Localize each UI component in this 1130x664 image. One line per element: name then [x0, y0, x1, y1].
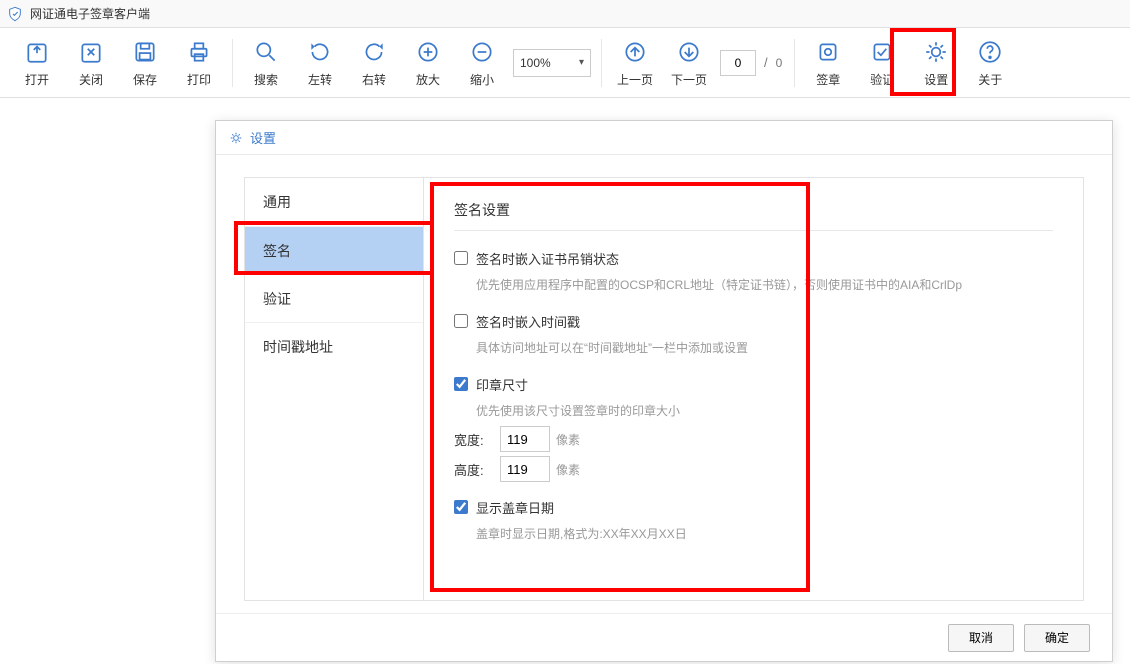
prev-page-button[interactable]: 上一页 [608, 32, 662, 94]
height-unit: 像素 [556, 461, 580, 478]
opt-sealsize: 印章尺寸 [454, 375, 1053, 394]
cancel-button[interactable]: 取消 [948, 624, 1014, 652]
arrow-up-icon [620, 37, 650, 67]
close-icon [76, 37, 106, 67]
about-button[interactable]: 关于 [963, 32, 1017, 94]
page-number-input[interactable] [720, 50, 756, 76]
dialog-footer: 取消 确定 [216, 613, 1112, 661]
tab-general[interactable]: 通用 [245, 178, 423, 226]
tab-verify[interactable]: 验证 [245, 274, 423, 322]
print-icon [184, 37, 214, 67]
dialog-title: 设置 [216, 121, 1112, 155]
gear-icon [228, 130, 244, 146]
dialog-side-tabs: 通用 签名 验证 时间戳地址 [244, 177, 424, 601]
save-icon [130, 37, 160, 67]
window-title: 网证通电子签章客户端 [30, 5, 150, 22]
rotate-right-icon [359, 37, 389, 67]
settings-button[interactable]: 设置 [909, 32, 963, 94]
revocation-desc: 优先使用应用程序中配置的OCSP和CRL地址（特定证书链），否则使用证书中的AI… [476, 276, 1053, 294]
next-page-button[interactable]: 下一页 [662, 32, 716, 94]
section-title: 签名设置 [454, 200, 1053, 220]
section-divider [454, 230, 1053, 231]
page-indicator: / 0 [720, 50, 782, 76]
chevron-down-icon: ▾ [579, 57, 584, 68]
page-separator: / [764, 55, 768, 70]
seal-icon [813, 37, 843, 67]
ok-button[interactable]: 确定 [1024, 624, 1090, 652]
dialog-body: 通用 签名 验证 时间戳地址 签名设置 签名时嵌入证书吊销状态 优先使用应用程序… [216, 155, 1112, 613]
zoom-out-icon [467, 37, 497, 67]
toolbar-separator [601, 39, 602, 87]
rotate-left-button[interactable]: 左转 [293, 32, 347, 94]
sealsize-checkbox[interactable] [454, 377, 468, 391]
print-button[interactable]: 打印 [172, 32, 226, 94]
zoom-value: 100% [520, 56, 551, 70]
showdate-label: 显示盖章日期 [476, 498, 554, 517]
width-unit: 像素 [556, 431, 580, 448]
sealsize-desc: 优先使用该尺寸设置签章时的印章大小 [476, 402, 1053, 420]
toolbar: 打开 关闭 保存 打印 搜索 左转 右转 放大 缩小 100% ▾ 上一页 [0, 28, 1130, 98]
question-icon [975, 37, 1005, 67]
width-label: 宽度: [454, 430, 494, 449]
arrow-down-icon [674, 37, 704, 67]
revocation-checkbox[interactable] [454, 251, 468, 265]
page-total: 0 [776, 56, 783, 70]
zoom-out-button[interactable]: 缩小 [455, 32, 509, 94]
zoom-in-button[interactable]: 放大 [401, 32, 455, 94]
verify-button[interactable]: 验证 [855, 32, 909, 94]
search-button[interactable]: 搜索 [239, 32, 293, 94]
save-button[interactable]: 保存 [118, 32, 172, 94]
zoom-in-icon [413, 37, 443, 67]
rotate-left-icon [305, 37, 335, 67]
showdate-desc: 盖章时显示日期,格式为:XX年XX月XX日 [476, 525, 1053, 543]
showdate-checkbox[interactable] [454, 500, 468, 514]
gear-icon [921, 37, 951, 67]
search-icon [251, 37, 281, 67]
zoom-select[interactable]: 100% ▾ [513, 49, 591, 77]
timestamp-desc: 具体访问地址可以在“时间戳地址”一栏中添加或设置 [476, 339, 1053, 357]
titlebar: 网证通电子签章客户端 [0, 0, 1130, 28]
height-row: 高度: 像素 [454, 456, 1053, 482]
app-shield-icon [6, 5, 24, 23]
width-row: 宽度: 像素 [454, 426, 1053, 452]
timestamp-label: 签名时嵌入时间戳 [476, 312, 580, 331]
opt-revocation: 签名时嵌入证书吊销状态 [454, 249, 1053, 268]
height-label: 高度: [454, 460, 494, 479]
tab-timestamp[interactable]: 时间戳地址 [245, 322, 423, 370]
seal-button[interactable]: 签章 [801, 32, 855, 94]
width-input[interactable] [500, 426, 550, 452]
toolbar-separator [794, 39, 795, 87]
open-button[interactable]: 打开 [10, 32, 64, 94]
sealsize-label: 印章尺寸 [476, 375, 528, 394]
timestamp-checkbox[interactable] [454, 314, 468, 328]
opt-showdate: 显示盖章日期 [454, 498, 1053, 517]
opt-timestamp: 签名时嵌入时间戳 [454, 312, 1053, 331]
rotate-right-button[interactable]: 右转 [347, 32, 401, 94]
verify-icon [867, 37, 897, 67]
height-input[interactable] [500, 456, 550, 482]
tab-signature[interactable]: 签名 [245, 226, 423, 274]
dialog-title-text: 设置 [250, 128, 276, 147]
settings-dialog: 设置 通用 签名 验证 时间戳地址 签名设置 签名时嵌入证书吊销状态 优先使用应… [215, 120, 1113, 662]
revocation-label: 签名时嵌入证书吊销状态 [476, 249, 619, 268]
close-button[interactable]: 关闭 [64, 32, 118, 94]
dialog-content-panel: 签名设置 签名时嵌入证书吊销状态 优先使用应用程序中配置的OCSP和CRL地址（… [424, 177, 1084, 601]
toolbar-separator [232, 39, 233, 87]
open-icon [22, 37, 52, 67]
